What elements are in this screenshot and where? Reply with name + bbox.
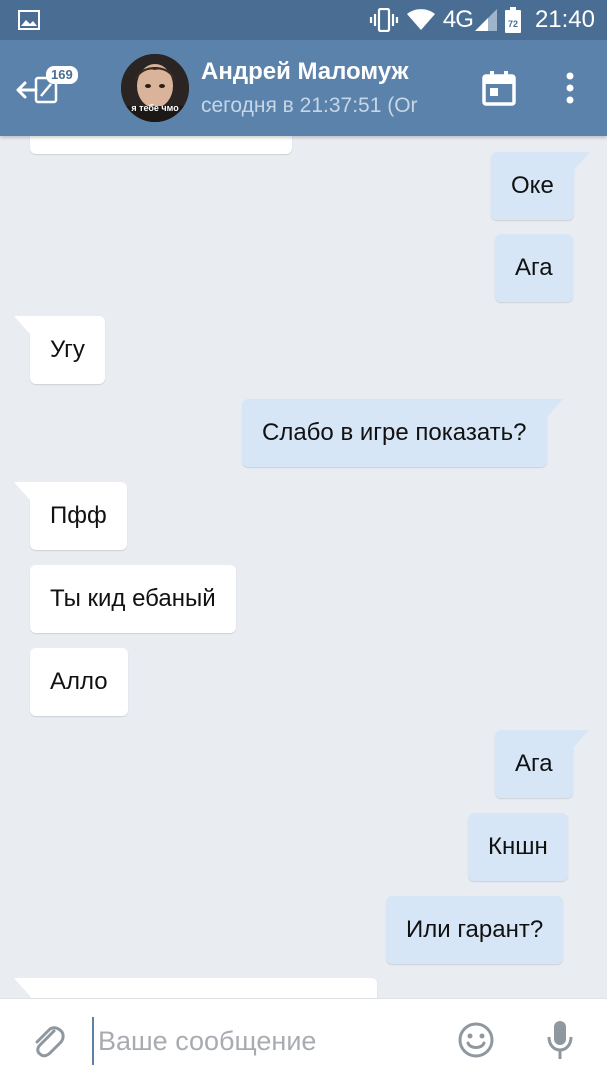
message-text: Ты кид ебаный bbox=[50, 585, 216, 612]
message-input[interactable] bbox=[92, 1017, 440, 1065]
battery-icon: 72 bbox=[504, 7, 521, 33]
contact-name[interactable]: Андрей Маломуж bbox=[201, 58, 409, 86]
message-text: Кншн bbox=[488, 833, 548, 860]
more-options-button[interactable] bbox=[552, 68, 588, 108]
avatar[interactable]: я тебе чмо bbox=[121, 54, 189, 122]
calendar-icon bbox=[482, 71, 516, 106]
message-bubble-incoming[interactable]: Пфф bbox=[14, 482, 127, 550]
microphone-icon bbox=[547, 1021, 573, 1059]
message-text: Или гарант? bbox=[406, 916, 544, 943]
message-bubble-incoming[interactable]: Угу bbox=[14, 316, 105, 384]
message-bubble-incoming[interactable] bbox=[14, 978, 377, 998]
emoji-icon bbox=[458, 1022, 494, 1058]
message-list[interactable]: Оке Ага Угу Слабо в игре показать? Пфф Т… bbox=[0, 136, 607, 998]
network-type: 4G bbox=[442, 6, 474, 33]
message-bubble-incoming[interactable]: Ты кид ебаный bbox=[30, 565, 236, 633]
paperclip-icon bbox=[35, 1026, 65, 1058]
chat-header: 169 я тебе чмо Андрей Маломуж сегодня в … bbox=[0, 40, 607, 136]
message-bubble-outgoing[interactable]: Слабо в игре показать? bbox=[242, 399, 563, 467]
message-bubble-outgoing[interactable]: Кншн bbox=[468, 813, 568, 881]
message-bubble-incoming[interactable]: Алло bbox=[30, 648, 128, 716]
avatar-caption: я тебе чмо bbox=[131, 103, 179, 113]
message-bubble-outgoing[interactable]: Оке bbox=[491, 152, 590, 220]
emoji-button[interactable] bbox=[457, 1021, 495, 1059]
wifi-icon bbox=[406, 9, 435, 30]
image-notification-icon bbox=[18, 10, 40, 30]
message-text: Слабо в игре показать? bbox=[262, 419, 527, 446]
vibrate-icon bbox=[369, 8, 399, 32]
message-text: Алло bbox=[50, 668, 108, 695]
message-text: Угу bbox=[50, 336, 85, 363]
message-text: Ага bbox=[515, 750, 553, 777]
message-bubble-incoming[interactable] bbox=[30, 136, 292, 154]
voice-message-button[interactable] bbox=[546, 1019, 574, 1061]
message-text: Пфф bbox=[50, 502, 107, 529]
signal-icon bbox=[474, 9, 497, 31]
message-bubble-outgoing[interactable]: Ага bbox=[495, 730, 589, 798]
message-text: Ага bbox=[515, 254, 553, 281]
message-composer bbox=[0, 998, 607, 1080]
message-text: Оке bbox=[511, 172, 554, 199]
unread-badge: 169 bbox=[46, 66, 78, 84]
attach-button[interactable] bbox=[28, 1021, 68, 1061]
calendar-button[interactable] bbox=[479, 68, 519, 108]
message-bubble-outgoing[interactable]: Или гарант? bbox=[386, 896, 564, 964]
message-bubble-outgoing[interactable]: Ага bbox=[495, 234, 573, 302]
battery-level: 72 bbox=[508, 19, 518, 29]
status-bar: 4G 72 21:40 bbox=[0, 0, 607, 40]
back-button[interactable]: 169 bbox=[14, 64, 84, 114]
more-vert-icon bbox=[566, 72, 574, 104]
status-time: 21:40 bbox=[534, 6, 595, 33]
last-seen-status: сегодня в 21:37:51 (Or bbox=[201, 94, 418, 117]
